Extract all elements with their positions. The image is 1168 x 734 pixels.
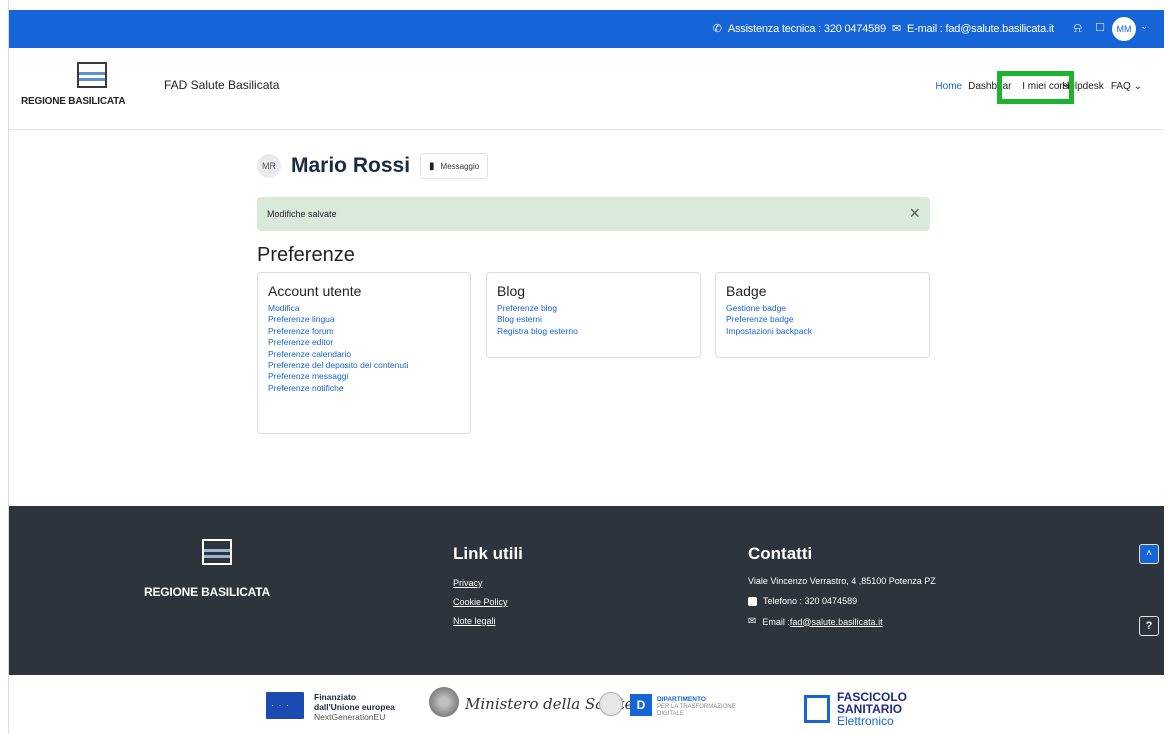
eu-funding-text: Finanziato dall'Unione europea NextGener… — [314, 692, 395, 722]
logo-text: REGIONE BASILICATA — [21, 96, 126, 107]
success-alert: Modifiche salvate × — [257, 197, 930, 231]
blog-card: Blog Preferenze blog Blog esterni Regist… — [486, 272, 701, 358]
links-title: Link utili — [453, 544, 523, 563]
chat-icon[interactable]: □ — [1096, 19, 1104, 34]
link-cookie-policy[interactable]: Cookie Policy — [453, 597, 508, 607]
phone-row: Telefono : 320 0474589 — [748, 596, 936, 606]
chevron-down-icon[interactable]: ⌄ — [1140, 21, 1148, 32]
email-link[interactable]: fad@salute.basilicata.it — [790, 617, 883, 627]
help-button[interactable]: ? — [1139, 616, 1159, 636]
link-blog-esterni[interactable]: Blog esterni — [497, 314, 690, 325]
link-preferenze-editor[interactable]: Preferenze editor — [268, 337, 460, 348]
envelope-icon: ✉ — [748, 616, 757, 627]
footer-logo-text: REGIONE BASILICATA — [144, 585, 270, 599]
profile-header: MR Mario Rossi ▮ Messaggio — [257, 153, 489, 179]
bell-icon[interactable]: ⍾ — [1073, 20, 1082, 36]
dipartimento-text: DIPARTIMENTO PER LA TRASFORMAZIONE DIGIT… — [657, 696, 736, 717]
top-contact: ✆ Assistenza tecnica : 320 0474589 ✉ E-m… — [712, 22, 1054, 36]
dipartimento-logo-icon: D — [630, 694, 652, 716]
nav-home[interactable]: Home — [935, 81, 962, 92]
account-card: Account utente Modifica Preferenze lingu… — [257, 272, 471, 434]
region-logo-icon — [202, 539, 232, 565]
email-row: ✉ Email : fad@salute.basilicata.it — [748, 616, 936, 627]
support-label: Assistenza tecnica : 320 0474589 — [727, 22, 886, 35]
link-preferenze-messaggi[interactable]: Preferenze messaggi — [268, 371, 460, 382]
message-button[interactable]: ▮ Messaggio — [420, 153, 489, 179]
link-preferenze-calendario[interactable]: Preferenze calendario — [268, 349, 460, 360]
region-logo-icon[interactable] — [77, 62, 107, 88]
close-icon[interactable]: × — [909, 203, 920, 223]
address: Viale Vincenzo Verrastro, 4 ,85100 Poten… — [748, 576, 936, 586]
window-left-edge — [0, 0, 9, 734]
useful-links: Privacy Cookie Policy Note legali — [453, 578, 508, 635]
republic-emblem-icon — [599, 692, 623, 716]
italian-emblem-icon — [429, 687, 459, 717]
contacts-block: Viale Vincenzo Verrastro, 4 ,85100 Poten… — [748, 576, 936, 637]
link-privacy[interactable]: Privacy — [453, 578, 508, 588]
nav-faq[interactable]: FAQ ⌄ — [1111, 81, 1142, 92]
link-preferenze-lingua[interactable]: Preferenze lingua — [268, 314, 460, 325]
fse-logo-text: FASCICOLO SANITARIO Elettronico — [837, 690, 908, 728]
card-title: Badge — [726, 283, 767, 299]
partner-logos: Finanziato dall'Unione europea NextGener… — [9, 675, 1164, 734]
eu-flag-icon — [266, 692, 304, 719]
link-preferenze-notifiche[interactable]: Preferenze notifiche — [268, 383, 460, 394]
alert-text: Modifiche salvate — [267, 209, 337, 219]
profile-avatar: MR — [257, 154, 281, 178]
link-registra-blog[interactable]: Registra blog esterno — [497, 326, 690, 337]
page-title: Preferenze — [257, 244, 355, 266]
link-gestione-badge[interactable]: Gestione badge — [726, 303, 919, 314]
link-preferenze-blog[interactable]: Preferenze blog — [497, 303, 690, 314]
link-preferenze-forum[interactable]: Preferenze forum — [268, 326, 460, 337]
window-right-edge — [1164, 0, 1168, 734]
user-avatar[interactable]: MM — [1112, 17, 1136, 41]
site-name[interactable]: FAD Salute Basilicata — [164, 78, 279, 92]
scroll-top-button[interactable]: ˄ — [1139, 544, 1159, 564]
link-impostazioni-backpack[interactable]: Impostazioni backpack — [726, 326, 919, 337]
profile-name: Mario Rossi — [291, 154, 411, 177]
contacts-title: Contatti — [748, 544, 813, 563]
my-courses-highlight — [997, 71, 1074, 104]
envelope-icon: ✉ — [891, 23, 901, 35]
link-modifica[interactable]: Modifica — [268, 303, 460, 314]
phone-icon: ✆ — [712, 23, 722, 35]
link-preferenze-deposito[interactable]: Preferenze del deposito dei contenuti — [268, 360, 460, 371]
phone-icon — [748, 596, 757, 606]
site-header: REGIONE BASILICATA FAD Salute Basilicata… — [9, 48, 1164, 130]
email-prefix: Email : — [762, 616, 790, 627]
card-title: Account utente — [268, 283, 362, 299]
speech-bubble-icon: ▮ — [429, 160, 435, 172]
badge-card: Badge Gestione badge Preferenze badge Im… — [715, 272, 930, 358]
card-title: Blog — [497, 283, 526, 299]
phone-text: Telefono : 320 0474589 — [763, 596, 858, 606]
message-button-label: Messaggio — [440, 161, 480, 171]
top-bar: ✆ Assistenza tecnica : 320 0474589 ✉ E-m… — [9, 10, 1164, 48]
link-note-legali[interactable]: Note legali — [453, 616, 508, 626]
link-preferenze-badge[interactable]: Preferenze badge — [726, 314, 919, 325]
site-footer: REGIONE BASILICATA Link utili Privacy Co… — [9, 506, 1164, 675]
email-label[interactable]: E-mail : fad@salute.basilicata.it — [907, 23, 1054, 35]
fse-cross-icon — [804, 695, 830, 723]
